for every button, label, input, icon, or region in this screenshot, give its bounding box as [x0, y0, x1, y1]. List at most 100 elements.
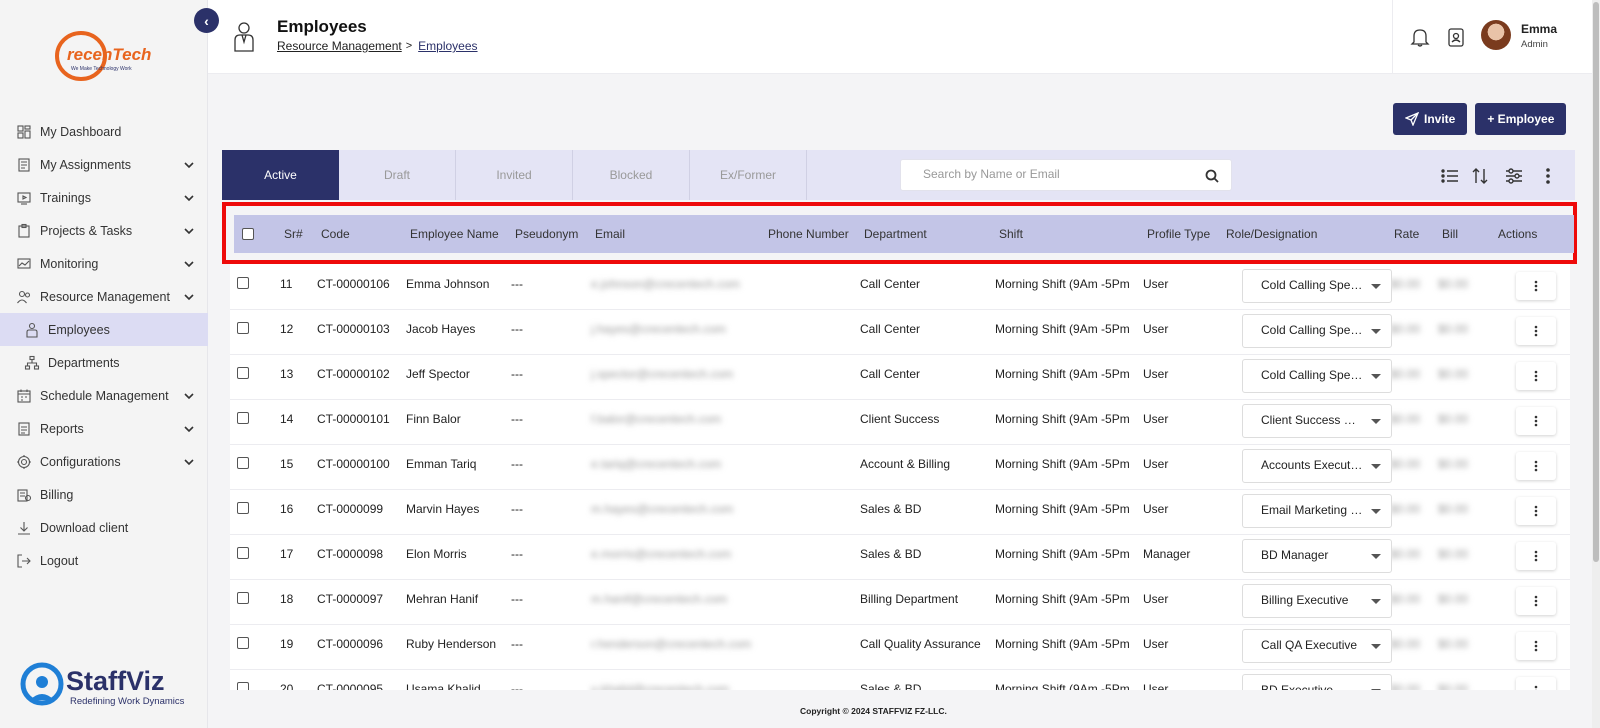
chevron-down-icon[interactable]	[182, 389, 196, 403]
caret-down-icon[interactable]	[1371, 644, 1381, 649]
sidebar-item-my-dashboard[interactable]: My Dashboard	[0, 115, 208, 148]
row-actions-button[interactable]	[1516, 452, 1556, 480]
table-row[interactable]: 17 CT-0000098 Elon Morris --- e.morris@crece…	[230, 534, 1570, 580]
caret-down-icon[interactable]	[1371, 329, 1381, 334]
sidebar-item-monitoring[interactable]: Monitoring	[0, 247, 208, 280]
add-employee-button[interactable]: + Employee	[1475, 103, 1567, 135]
role-select[interactable]: BD Manager	[1242, 539, 1392, 573]
row-actions-button[interactable]	[1516, 272, 1556, 300]
role-select[interactable]: BD Executive	[1242, 674, 1392, 690]
column-header-profile-type[interactable]: Profile Type	[1147, 227, 1210, 241]
row-checkbox[interactable]	[237, 547, 249, 559]
row-actions-button[interactable]	[1516, 632, 1556, 660]
caret-down-icon[interactable]	[1371, 689, 1381, 690]
tab-draft[interactable]: Draft	[339, 150, 456, 200]
sidebar-item-logout[interactable]: Logout	[0, 544, 208, 577]
row-checkbox[interactable]	[237, 277, 249, 289]
row-checkbox[interactable]	[237, 367, 249, 379]
row-checkbox[interactable]	[237, 322, 249, 334]
row-actions-button[interactable]	[1516, 677, 1556, 690]
bell-icon[interactable]	[1409, 26, 1431, 48]
role-select[interactable]: Cold Calling Speci...	[1242, 359, 1392, 393]
chevron-down-icon[interactable]	[182, 158, 196, 172]
sidebar-item-employees[interactable]: Employees	[0, 313, 208, 346]
role-select[interactable]: Cold Calling Speci...	[1242, 269, 1392, 303]
invite-button[interactable]: Invite	[1393, 103, 1468, 135]
more-options-icon[interactable]	[1538, 166, 1558, 186]
sidebar-item-download-client[interactable]: Download client	[0, 511, 208, 544]
column-header-employee-name[interactable]: Employee Name	[410, 227, 499, 241]
caret-down-icon[interactable]	[1371, 374, 1381, 379]
column-header-code[interactable]: Code	[321, 227, 350, 241]
breadcrumb-resource-management[interactable]: Resource Management	[277, 39, 402, 53]
chevron-down-icon[interactable]	[182, 290, 196, 304]
row-actions-button[interactable]	[1516, 542, 1556, 570]
user-name[interactable]: Emma	[1521, 22, 1557, 36]
role-select[interactable]: Client Success Sp...	[1242, 404, 1392, 438]
column-header-shift[interactable]: Shift	[999, 227, 1023, 241]
select-all-checkbox[interactable]	[242, 228, 254, 240]
sidebar-item-departments[interactable]: Departments	[0, 346, 208, 379]
chevron-down-icon[interactable]	[182, 455, 196, 469]
address-book-icon[interactable]	[1445, 26, 1467, 48]
chevron-down-icon[interactable]	[182, 191, 196, 205]
column-header-rate[interactable]: Rate	[1394, 227, 1419, 241]
filter-sliders-icon[interactable]	[1504, 166, 1524, 186]
table-row[interactable]: 15 CT-00000100 Emman Tariq --- e.tariq@crece…	[230, 444, 1570, 490]
sidebar-item-schedule-management[interactable]: Schedule Management	[0, 379, 208, 412]
column-header-phone-number[interactable]: Phone Number	[768, 227, 849, 241]
row-checkbox[interactable]	[237, 502, 249, 514]
caret-down-icon[interactable]	[1371, 284, 1381, 289]
page-scrollbar[interactable]	[1592, 0, 1600, 728]
table-row[interactable]: 16 CT-0000099 Marvin Hayes --- m.hayes@crece…	[230, 489, 1570, 535]
row-actions-button[interactable]	[1516, 587, 1556, 615]
caret-down-icon[interactable]	[1371, 554, 1381, 559]
sidebar-item-configurations[interactable]: Configurations	[0, 445, 208, 478]
column-header-department[interactable]: Department	[864, 227, 927, 241]
tab-ex-former[interactable]: Ex/Former	[690, 150, 807, 200]
sidebar-item-reports[interactable]: Reports	[0, 412, 208, 445]
tab-active[interactable]: Active	[222, 150, 339, 200]
column-header-role-designation[interactable]: Role/Designation	[1226, 227, 1317, 241]
chevron-down-icon[interactable]	[182, 224, 196, 238]
row-checkbox[interactable]	[237, 637, 249, 649]
table-row[interactable]: 12 CT-00000103 Jacob Hayes --- j.hayes@crece…	[230, 309, 1570, 355]
avatar[interactable]	[1481, 20, 1511, 50]
row-checkbox[interactable]	[237, 682, 249, 690]
table-row[interactable]: 20 CT-0000095 Usama Khalid --- u.khalid@crec…	[230, 669, 1570, 690]
tab-invited[interactable]: Invited	[456, 150, 573, 200]
caret-down-icon[interactable]	[1371, 599, 1381, 604]
chevron-down-icon[interactable]	[182, 257, 196, 271]
table-row[interactable]: 11 CT-00000106 Emma Johnson --- e.johnson@cr…	[230, 264, 1570, 310]
role-select[interactable]: Call QA Executive	[1242, 629, 1392, 663]
sidebar-item-my-assignments[interactable]: My Assignments	[0, 148, 208, 181]
row-checkbox[interactable]	[237, 412, 249, 424]
list-view-icon[interactable]	[1440, 166, 1460, 186]
caret-down-icon[interactable]	[1371, 419, 1381, 424]
sort-icon[interactable]	[1470, 166, 1490, 186]
table-row[interactable]: 18 CT-0000097 Mehran Hanif --- m.hanif@crece…	[230, 579, 1570, 625]
sidebar-item-resource-management[interactable]: Resource Management	[0, 280, 208, 313]
table-row[interactable]: 13 CT-00000102 Jeff Spector --- j.spector@cr…	[230, 354, 1570, 400]
sidebar-item-trainings[interactable]: Trainings	[0, 181, 208, 214]
row-actions-button[interactable]	[1516, 407, 1556, 435]
scrollbar-thumb[interactable]	[1593, 2, 1599, 562]
row-checkbox[interactable]	[237, 592, 249, 604]
role-select[interactable]: Email Marketing E...	[1242, 494, 1392, 528]
sidebar-item-projects-tasks[interactable]: Projects & Tasks	[0, 214, 208, 247]
role-select[interactable]: Billing Executive	[1242, 584, 1392, 618]
collapse-sidebar-button[interactable]: ‹	[194, 8, 219, 33]
role-select[interactable]: Cold Calling Speci...	[1242, 314, 1392, 348]
row-actions-button[interactable]	[1516, 497, 1556, 525]
search-icon[interactable]	[1205, 169, 1219, 183]
chevron-down-icon[interactable]	[182, 422, 196, 436]
tab-blocked[interactable]: Blocked	[573, 150, 690, 200]
row-actions-button[interactable]	[1516, 362, 1556, 390]
caret-down-icon[interactable]	[1371, 509, 1381, 514]
row-checkbox[interactable]	[237, 457, 249, 469]
row-actions-button[interactable]	[1516, 317, 1556, 345]
caret-down-icon[interactable]	[1371, 464, 1381, 469]
column-header-actions[interactable]: Actions	[1498, 227, 1537, 241]
table-row[interactable]: 14 CT-00000101 Finn Balor --- f.balor@crecen…	[230, 399, 1570, 445]
sidebar-item-billing[interactable]: Billing	[0, 478, 208, 511]
